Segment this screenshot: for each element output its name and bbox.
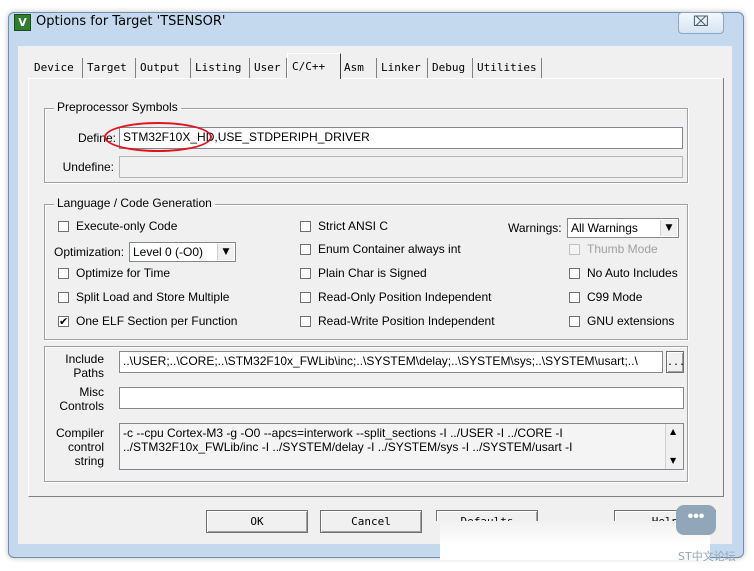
misc-controls-input[interactable] — [119, 387, 684, 409]
language-group-label: Language / Code Generation — [54, 196, 215, 210]
include-paths-input[interactable]: ..\USER;..\CORE;..\STM32F10x_FWLib\inc;.… — [119, 351, 663, 373]
dialog-title: Options for Target 'TSENSOR' — [36, 14, 226, 29]
undefine-label: Undefine: — [62, 160, 114, 174]
annotation-ellipse — [104, 122, 212, 152]
optimization-select[interactable]: Level 0 (-O0) ▼ — [129, 242, 236, 262]
split-load-label: Split Load and Store Multiple — [76, 290, 230, 304]
tab-output[interactable]: Output — [136, 58, 191, 78]
optimize-time-checkbox[interactable] — [58, 268, 69, 279]
watermark-bubble-icon: ••• — [676, 505, 716, 535]
tab-c-c-[interactable]: C/C++ — [287, 53, 341, 79]
c99-mode-label: C99 Mode — [587, 290, 643, 304]
thumb-mode-checkbox[interactable] — [569, 244, 580, 255]
strict-ansi-label: Strict ANSI C — [318, 219, 389, 233]
optimize-time-label: Optimize for Time — [76, 266, 171, 280]
compiler-control-string[interactable]: -c --cpu Cortex-M3 -g -O0 --apcs=interwo… — [119, 423, 684, 470]
plain-char-checkbox[interactable] — [300, 268, 311, 279]
watermark-text: ST中文论坛 — [678, 550, 736, 563]
enum-container-label: Enum Container always int — [318, 242, 461, 256]
misc-label-2: Controls — [59, 399, 104, 413]
thumb-mode-label: Thumb Mode — [587, 242, 658, 256]
readonly-position-checkbox[interactable] — [300, 292, 311, 303]
tab-linker[interactable]: Linker — [377, 58, 428, 78]
tab-listing[interactable]: Listing — [191, 58, 250, 78]
one-elf-checkbox[interactable]: ✔ — [58, 316, 69, 327]
misc-label-1: Misc — [79, 385, 104, 399]
compiler-label-1: Compiler — [55, 426, 104, 440]
gnu-extensions-label: GNU extensions — [587, 314, 675, 328]
include-label-2: Paths — [73, 366, 104, 380]
preprocessor-group-label: Preprocessor Symbols — [54, 100, 181, 114]
plain-char-label: Plain Char is Signed — [318, 266, 427, 280]
chevron-down-icon: ▼ — [660, 220, 677, 236]
ok-button[interactable]: OK — [206, 510, 308, 533]
include-label-1: Include — [65, 352, 104, 366]
tab-target[interactable]: Target — [83, 58, 136, 78]
c99-mode-checkbox[interactable] — [569, 292, 580, 303]
gnu-extensions-checkbox[interactable] — [569, 316, 580, 327]
compiler-scrollbar[interactable]: ▲ ▼ — [665, 424, 683, 469]
tab-device[interactable]: Device — [30, 58, 83, 78]
readwrite-position-checkbox[interactable] — [300, 316, 311, 327]
tab-utilities[interactable]: Utilities — [473, 58, 542, 78]
warnings-select[interactable]: All Warnings ▼ — [567, 218, 679, 238]
readwrite-position-label: Read-Write Position Independent — [318, 314, 495, 328]
readonly-position-label: Read-Only Position Independent — [318, 290, 492, 304]
uvision-icon: V — [14, 14, 31, 31]
compiler-line-2: ../STM32F10x_FWLib/inc -I ../SYSTEM/dela… — [123, 440, 573, 454]
split-load-checkbox[interactable] — [58, 292, 69, 303]
undefine-input[interactable] — [119, 156, 683, 178]
tab-asm[interactable]: Asm — [340, 58, 377, 78]
strict-ansi-checkbox[interactable] — [300, 221, 311, 232]
warnings-label: Warnings: — [508, 221, 562, 235]
tab-user[interactable]: User — [250, 58, 287, 78]
optimization-label: Optimization: — [54, 245, 125, 259]
compiler-label-2: control — [67, 440, 104, 454]
one-elf-label: One ELF Section per Function — [76, 314, 238, 328]
execute-only-label: Execute-only Code — [76, 219, 178, 233]
bottom-fade — [440, 520, 710, 560]
scroll-down-icon[interactable]: ▼ — [670, 456, 676, 465]
optimization-value: Level 0 (-O0) — [133, 245, 204, 259]
tab-debug[interactable]: Debug — [428, 58, 473, 78]
no-auto-includes-label: No Auto Includes — [587, 266, 678, 280]
no-auto-includes-checkbox[interactable] — [569, 268, 580, 279]
execute-only-checkbox[interactable] — [58, 221, 69, 232]
browse-include-button[interactable]: ... — [666, 351, 685, 373]
compiler-label-3: string — [74, 454, 104, 468]
close-button[interactable]: ⌧ — [678, 12, 724, 34]
enum-container-checkbox[interactable] — [300, 244, 311, 255]
chevron-down-icon: ▼ — [217, 244, 234, 260]
close-icon: ⌧ — [692, 14, 710, 30]
cancel-button[interactable]: Cancel — [320, 510, 422, 533]
scroll-up-icon[interactable]: ▲ — [670, 427, 676, 436]
compiler-line-1: -c --cpu Cortex-M3 -g -O0 --apcs=interwo… — [123, 426, 563, 440]
warnings-value: All Warnings — [571, 221, 638, 235]
